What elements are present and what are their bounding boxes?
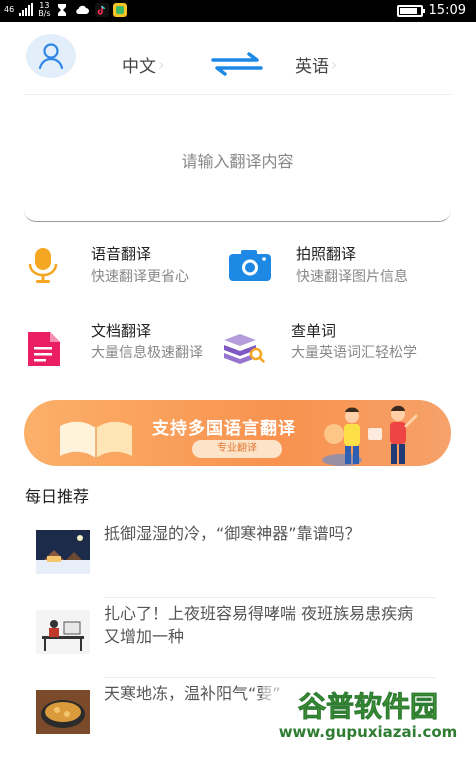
daily-recommend-title: 每日推荐: [25, 487, 90, 506]
cloud-icon: [75, 5, 89, 15]
photo-translation-desc: 快速翻译图片信息: [296, 269, 408, 285]
people-illustration: [322, 405, 418, 466]
news-thumbnail: [36, 530, 90, 574]
signal-icon: [19, 3, 34, 16]
microphone-icon: [28, 248, 58, 283]
open-book-icon: [60, 421, 132, 458]
word-lookup-desc: 大量英语词汇轻松学: [291, 345, 417, 361]
status-bar: 46 13 B/s 15:09: [0, 0, 476, 22]
tiktok-icon: [94, 3, 109, 17]
news-thumbnail: [36, 690, 90, 734]
user-icon: [38, 43, 64, 70]
news-title: 抵御湿湿的冷，“御寒神器”靠谱吗？: [104, 524, 361, 543]
document-icon: [28, 332, 60, 366]
translation-input[interactable]: 请输入翻译内容: [24, 148, 451, 172]
banner-button[interactable]: 专业翻译: [192, 440, 282, 458]
document-translation-desc: 大量信息极速翻译: [91, 345, 203, 361]
chevron-right-icon: ›: [158, 55, 165, 74]
source-language-label: 中文: [122, 57, 156, 77]
clock: 15:09: [428, 3, 466, 18]
divider: [24, 94, 451, 95]
word-lookup-button[interactable]: 查单词 大量英语词汇轻松学: [222, 316, 458, 386]
svg-text:谷普软件园: 谷普软件园: [298, 690, 438, 723]
hourglass-icon: [57, 4, 66, 16]
battery-icon: [396, 4, 425, 17]
avatar[interactable]: [26, 34, 76, 78]
news-thumbnail: [36, 610, 90, 654]
photo-translation-button[interactable]: 拍照翻译 快速翻译图片信息: [228, 240, 458, 300]
voice-translation-desc: 快速翻译更省心: [91, 269, 189, 285]
divider: [104, 677, 436, 678]
voice-translation-button[interactable]: 语音翻译 快速翻译更省心: [24, 240, 234, 300]
swap-languages-icon[interactable]: [209, 52, 265, 76]
watermark-logo: 谷普软件园 www.gupuxiazai.com: [262, 686, 474, 742]
document-translation-button[interactable]: 文档翻译 大量信息极速翻译: [24, 316, 234, 386]
promo-banner[interactable]: 支持多国语言翻译 专业翻译: [24, 400, 451, 466]
translator-card: 中文 › 英语 › 请输入翻译内容: [24, 30, 451, 222]
camera-icon: [229, 250, 271, 281]
source-language-selector[interactable]: 中文 ›: [122, 52, 164, 77]
list-item[interactable]: 抵御湿湿的冷，“御寒神器”靠谱吗？: [36, 520, 436, 598]
books-search-icon: [224, 334, 265, 364]
chevron-right-icon: ›: [331, 55, 338, 74]
word-lookup-title: 查单词: [291, 322, 337, 340]
voice-translation-title: 语音翻译: [91, 245, 152, 263]
photo-translation-title: 拍照翻译: [296, 245, 357, 263]
network-type: 46: [4, 5, 15, 14]
divider: [104, 597, 436, 598]
network-speed: 13 B/s: [38, 1, 51, 18]
news-title: 扎心了！上夜班容易得哮喘 夜班族易患疾病又增加一种: [104, 604, 414, 646]
target-language-selector[interactable]: 英语 ›: [295, 52, 337, 77]
banner-headline: 支持多国语言翻译: [152, 419, 296, 439]
list-item[interactable]: 扎心了！上夜班容易得哮喘 夜班族易患疾病又增加一种: [36, 600, 436, 678]
document-translation-title: 文档翻译: [91, 322, 152, 340]
app-notification-icon: [112, 3, 127, 17]
svg-text:www.gupuxiazai.com: www.gupuxiazai.com: [279, 723, 458, 741]
target-language-label: 英语: [295, 57, 329, 77]
